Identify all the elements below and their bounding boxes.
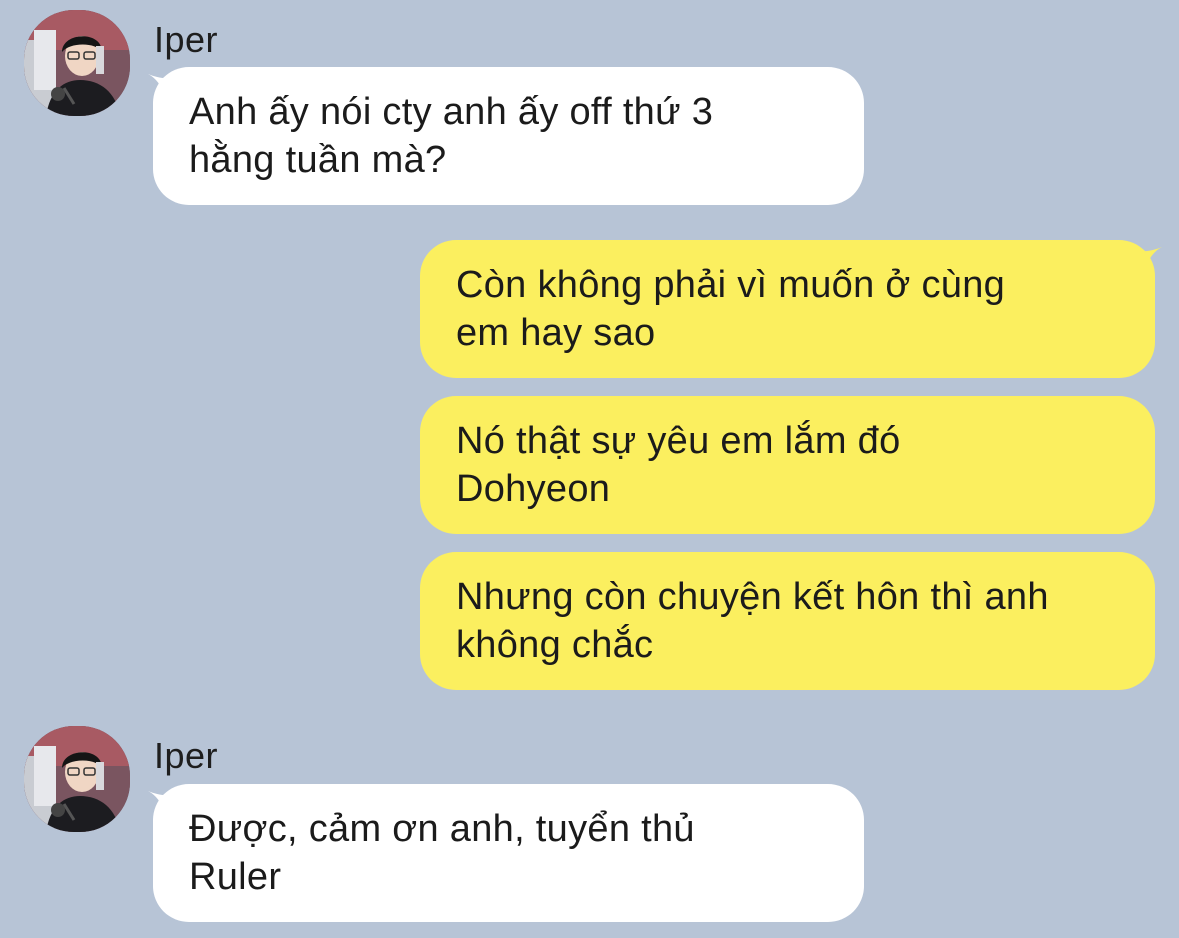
message-bubble-outgoing[interactable]: Nhưng còn chuyện kết hôn thì anh không c…: [420, 552, 1155, 690]
message-bubble-incoming[interactable]: Anh ấy nói cty anh ấy off thứ 3 hằng tuầ…: [153, 67, 864, 205]
message-bubble-outgoing[interactable]: Nó thật sự yêu em lắm đó Dohyeon: [420, 396, 1155, 534]
message-line: không chắc: [456, 624, 654, 666]
message-line: Còn không phải vì muốn ở cùng: [456, 264, 1006, 306]
message-line: Anh ấy nói cty anh ấy off thứ 3: [189, 91, 714, 133]
message-line: em hay sao: [456, 312, 656, 354]
message-line: Nhưng còn chuyện kết hôn thì anh: [456, 576, 1049, 618]
sender-name: Iper: [154, 735, 219, 776]
message-line: hằng tuần mà?: [189, 139, 447, 181]
avatar[interactable]: [24, 10, 130, 116]
avatar[interactable]: [24, 726, 130, 832]
message-line: Nó thật sự yêu em lắm đó: [456, 420, 901, 462]
profile-photo-avatar-icon: [24, 726, 130, 832]
message-line: Dohyeon: [456, 468, 611, 510]
message-line: Được, cảm ơn anh, tuyển thủ: [189, 808, 695, 850]
message-line: Ruler: [189, 856, 282, 898]
message-bubble-incoming[interactable]: Được, cảm ơn anh, tuyển thủ Ruler: [153, 784, 864, 922]
profile-photo-avatar-icon: [24, 10, 130, 116]
message-bubble-outgoing[interactable]: Còn không phải vì muốn ở cùng em hay sao: [420, 240, 1155, 378]
sender-name: Iper: [154, 19, 219, 60]
